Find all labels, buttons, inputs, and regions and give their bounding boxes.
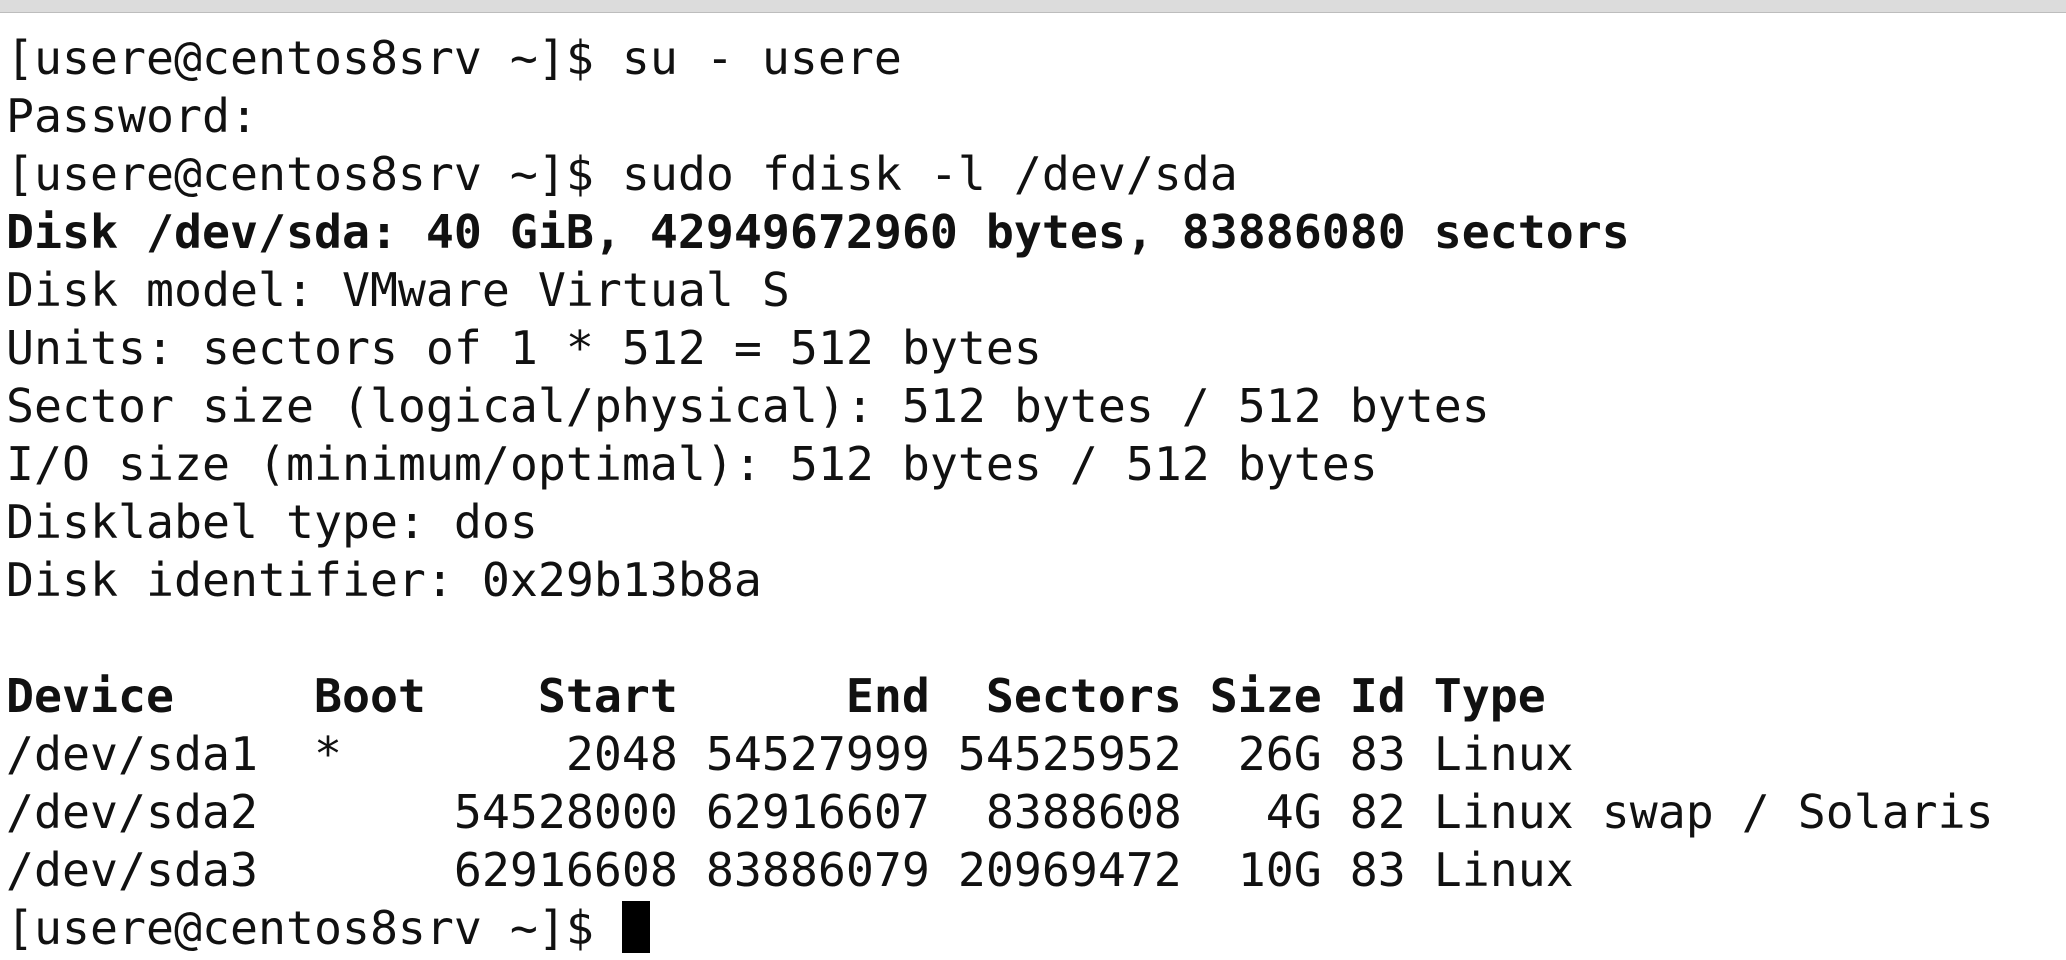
disk-model: Disk model: VMware Virtual S: [6, 263, 790, 317]
partition-row-sda2: /dev/sda2 54528000 62916607 8388608 4G 8…: [6, 785, 1994, 839]
disklabel-type: Disklabel type: dos: [6, 495, 538, 549]
sector-size-info: Sector size (logical/physical): 512 byte…: [6, 379, 1490, 433]
disk-summary: Disk /dev/sda: 40 GiB, 42949672960 bytes…: [6, 205, 1630, 259]
command-line-fdisk: [usere@centos8srv ~]$ sudo fdisk -l /dev…: [6, 147, 1238, 201]
text-cursor: [621, 901, 650, 953]
command-line-su: [usere@centos8srv ~]$ su - usere: [6, 31, 902, 85]
io-size-info: I/O size (minimum/optimal): 512 bytes / …: [6, 437, 1378, 491]
units-info: Units: sectors of 1 * 512 = 512 bytes: [6, 321, 1042, 375]
terminal-output: [usere@centos8srv ~]$ su - usere Passwor…: [6, 29, 1994, 957]
terminal-window[interactable]: [usere@centos8srv ~]$ su - usere Passwor…: [0, 13, 2066, 960]
password-prompt: Password:: [6, 89, 258, 143]
partition-table-header: Device Boot Start End Sectors Size Id Ty…: [6, 669, 1546, 723]
partition-row-sda3: /dev/sda3 62916608 83886079 20969472 10G…: [6, 843, 1574, 897]
shell-prompt: [usere@centos8srv ~]$: [6, 901, 622, 955]
active-prompt-line[interactable]: [usere@centos8srv ~]$: [6, 899, 1994, 957]
disk-identifier: Disk identifier: 0x29b13b8a: [6, 553, 762, 607]
window-top-edge: [0, 0, 2066, 13]
partition-row-sda1: /dev/sda1 * 2048 54527999 54525952 26G 8…: [6, 727, 1574, 781]
